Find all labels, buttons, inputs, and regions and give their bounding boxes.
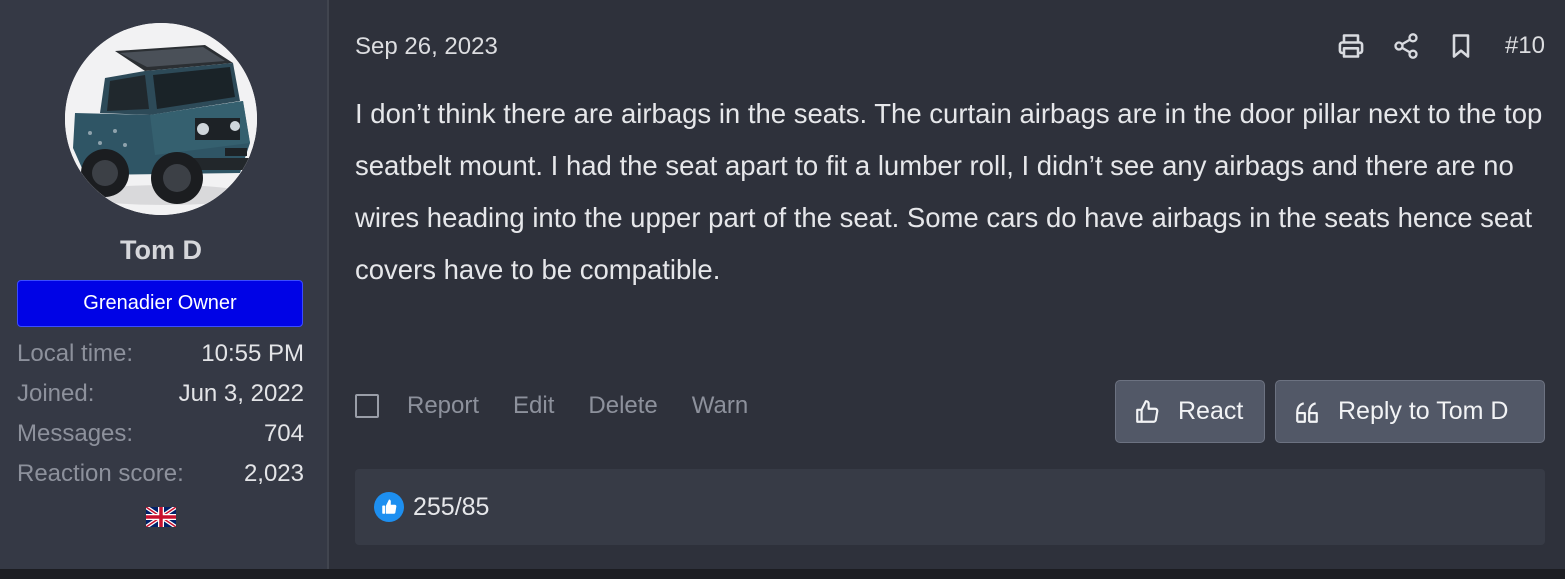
- post-date[interactable]: Sep 26, 2023: [355, 33, 498, 61]
- username[interactable]: Tom D: [0, 235, 322, 266]
- stat-reaction-score: Reaction score: 2,023: [17, 454, 304, 494]
- thumbs-up-icon: [1136, 399, 1159, 423]
- stat-messages: Messages: 704: [17, 414, 304, 454]
- reply-label: Reply to Tom D: [1338, 397, 1509, 425]
- reactions-bar[interactable]: 255/85: [355, 469, 1545, 545]
- react-label: React: [1178, 397, 1244, 425]
- page-bottom-divider: [0, 569, 1565, 579]
- vehicle-photo: [65, 23, 257, 215]
- stat-value: Jun 3, 2022: [178, 380, 304, 407]
- stat-value: 2,023: [243, 460, 304, 487]
- stat-local-time: Local time: 10:55 PM: [17, 334, 304, 374]
- message: Tom D Grenadier Owner Local time: 10:55 …: [0, 0, 1565, 569]
- delete-link[interactable]: Delete: [588, 392, 657, 420]
- message-main: Sep 26, 2023 #10 I don’t think there are…: [329, 0, 1565, 569]
- stat-value: 10:55 PM: [201, 340, 304, 367]
- stat-label: Local time:: [17, 340, 134, 367]
- share-icon[interactable]: [1392, 32, 1420, 60]
- select-post-checkbox[interactable]: [355, 394, 379, 418]
- user-title-badge: Grenadier Owner: [17, 280, 303, 327]
- warn-link[interactable]: Warn: [692, 392, 748, 420]
- stat-label: Messages:: [17, 420, 134, 447]
- message-user-column: Tom D Grenadier Owner Local time: 10:55 …: [0, 0, 329, 569]
- user-stats: Local time: 10:55 PM Joined: Jun 3, 2022…: [17, 334, 304, 494]
- print-icon[interactable]: [1337, 32, 1365, 60]
- stat-joined: Joined: Jun 3, 2022: [17, 374, 304, 414]
- post-body: I don’t think there are airbags in the s…: [355, 98, 1543, 285]
- report-link[interactable]: Report: [407, 392, 479, 420]
- stat-label: Reaction score:: [17, 460, 184, 487]
- uk-flag-icon: [146, 507, 176, 527]
- post-top-actions: #10: [1310, 28, 1545, 64]
- post-action-links: Report Edit Delete Warn: [355, 392, 782, 420]
- react-button[interactable]: React: [1115, 380, 1265, 443]
- stat-label: Joined:: [17, 380, 95, 407]
- edit-link[interactable]: Edit: [513, 392, 554, 420]
- reactions-summary[interactable]: 255/85: [413, 493, 489, 522]
- like-reaction-icon: [374, 492, 404, 522]
- quote-icon: [1296, 401, 1318, 423]
- bookmark-icon[interactable]: [1447, 32, 1475, 60]
- user-avatar[interactable]: [65, 23, 257, 215]
- stat-value: 704: [263, 420, 304, 447]
- post-number-link[interactable]: #10: [1505, 32, 1545, 60]
- reply-button[interactable]: Reply to Tom D: [1275, 380, 1545, 443]
